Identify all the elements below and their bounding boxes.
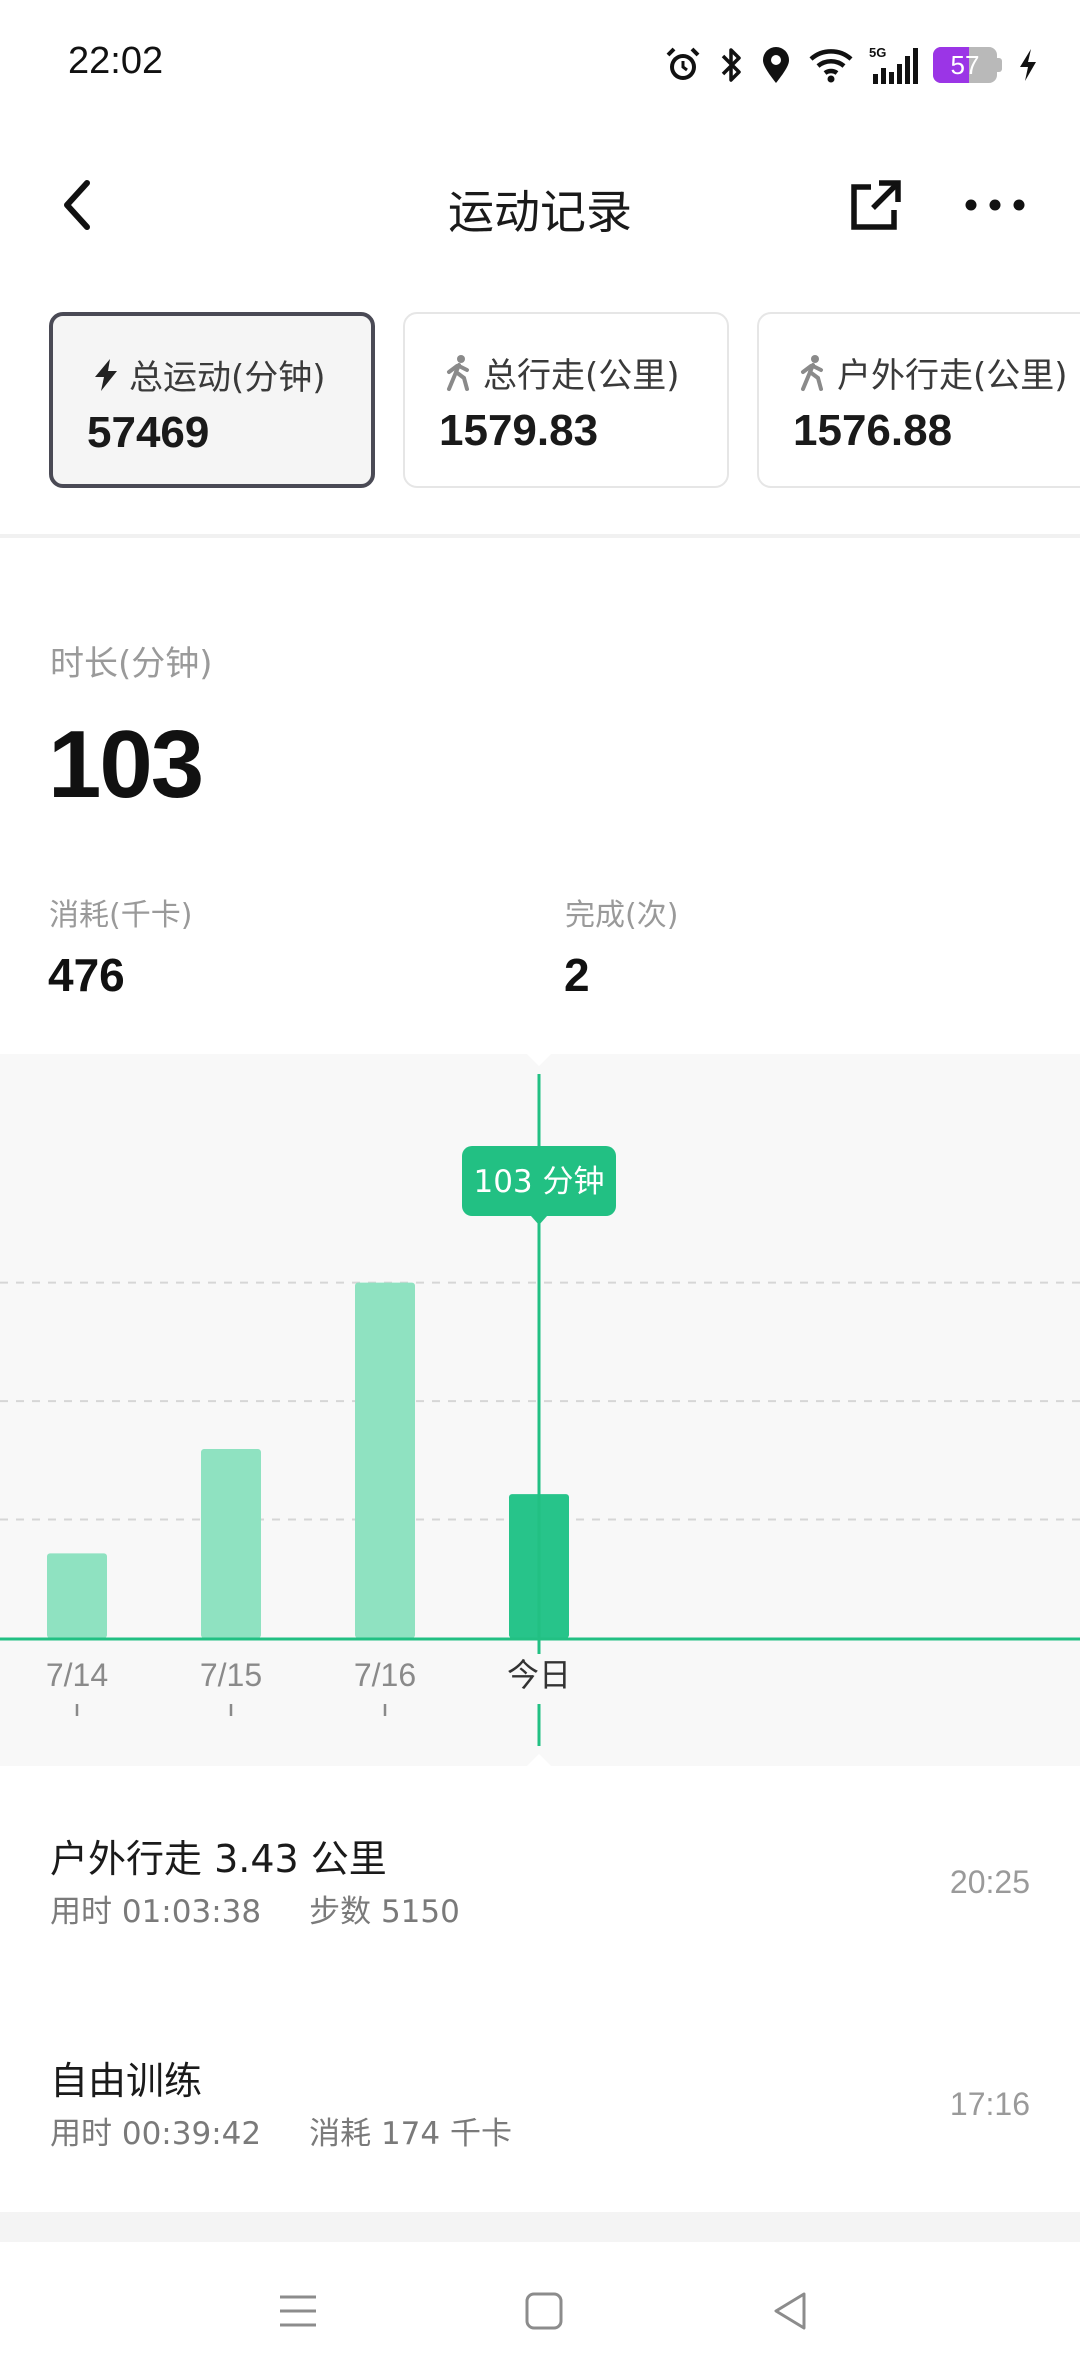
record-time: 20:25 — [949, 1864, 1030, 1900]
card-total-walk[interactable]: 总行走(公里) 1579.83 — [403, 312, 729, 488]
location-icon — [759, 45, 793, 85]
nav-menu-button[interactable] — [258, 2276, 338, 2346]
completed-value: 2 — [564, 949, 590, 1001]
svg-text:5G: 5G — [869, 45, 886, 60]
card-outdoor-walk[interactable]: 户外行走(公里) 1576.88 — [757, 312, 1080, 488]
card-total-exercise[interactable]: 总运动(分钟) 57469 — [49, 312, 375, 488]
signal-icon: 5G — [869, 44, 919, 86]
record-item[interactable]: 自由训练 用时 00:39:42 消耗 174 千卡 17:16 — [0, 2050, 1080, 2230]
alarm-icon — [663, 45, 703, 85]
walking-icon — [801, 354, 823, 391]
record-time: 17:16 — [949, 2086, 1030, 2122]
chart-x-label: 7/15 — [200, 1657, 262, 1693]
system-nav-bar — [0, 2242, 1080, 2376]
chart-bar — [355, 1282, 415, 1638]
status-icons: 5G 57 — [663, 38, 1040, 92]
wifi-icon — [807, 45, 855, 85]
chart-bar — [201, 1449, 261, 1638]
chart-x-label: 7/16 — [354, 1657, 416, 1693]
completed-label: 完成(次) — [565, 898, 679, 933]
record-meta: 用时 00:39:42 消耗 174 千卡 — [50, 2108, 560, 2153]
calories-value: 476 — [48, 949, 125, 1001]
back-triangle-icon — [774, 2292, 806, 2330]
duration-value: 103 — [48, 711, 204, 818]
charging-icon — [1016, 45, 1040, 85]
duration-label: 时长(分钟) — [50, 644, 213, 684]
nav-back-button[interactable] — [750, 2276, 830, 2346]
walking-icon — [447, 354, 469, 391]
calories-label: 消耗(千卡) — [49, 898, 193, 933]
lightning-icon — [95, 358, 117, 391]
record-item[interactable]: 户外行走 3.43 公里 用时 01:03:38 步数 5150 20:25 — [0, 1828, 1080, 2008]
more-button[interactable] — [955, 170, 1035, 240]
record-meta: 用时 01:03:38 步数 5150 — [50, 1886, 508, 1931]
record-title: 户外行走 3.43 公里 — [50, 1837, 387, 1881]
bluetooth-icon — [717, 45, 745, 85]
chart-svg[interactable]: 7/14 7/15 7/16 今日 103 分钟 — [0, 1054, 1080, 1766]
status-bar: 22:02 5G 57 — [0, 0, 1080, 130]
page-title: 运动记录 — [448, 185, 632, 239]
card-label: 总行走(公里) — [483, 356, 680, 396]
record-steps: 步数 5150 — [309, 1894, 460, 1930]
menu-icon — [280, 2295, 316, 2327]
record-duration: 用时 00:39:42 — [50, 2116, 262, 2152]
list-bottom-gap — [0, 2212, 1080, 2242]
card-label: 户外行走(公里) — [837, 356, 1068, 396]
card-value: 1579.83 — [439, 406, 599, 455]
record-calories: 消耗 174 千卡 — [309, 2116, 512, 2152]
battery-icon: 57 — [933, 47, 1002, 83]
chart-bar — [47, 1553, 107, 1638]
card-value: 57469 — [87, 408, 210, 457]
record-title: 自由训练 — [50, 2059, 203, 2103]
status-time: 22:02 — [68, 40, 164, 82]
more-dots-icon — [965, 199, 1025, 211]
top-app-bar: 运动记录 — [0, 150, 1080, 260]
chart-x-label: 今日 — [507, 1657, 571, 1693]
chart-tooltip-label: 103 分钟 — [473, 1164, 604, 1200]
nav-home-button[interactable] — [504, 2276, 584, 2346]
divider — [0, 534, 1080, 538]
chart-x-label: 7/14 — [46, 1657, 108, 1693]
chart-background — [539, 1054, 1080, 1766]
share-icon — [851, 180, 901, 230]
share-button[interactable] — [836, 170, 916, 240]
home-icon — [525, 2292, 563, 2330]
stat-cards: 总运动(分钟) 57469 总行走(公里) 1579.83 户外行走(公里) 1… — [0, 310, 1080, 496]
card-value: 1576.88 — [793, 406, 953, 455]
battery-level: 57 — [950, 50, 980, 80]
record-duration: 用时 01:03:38 — [50, 1894, 262, 1930]
duration-chart[interactable]: 7/14 7/15 7/16 今日 103 分钟 — [0, 1054, 1080, 1766]
card-label: 总运动(分钟) — [129, 358, 326, 398]
